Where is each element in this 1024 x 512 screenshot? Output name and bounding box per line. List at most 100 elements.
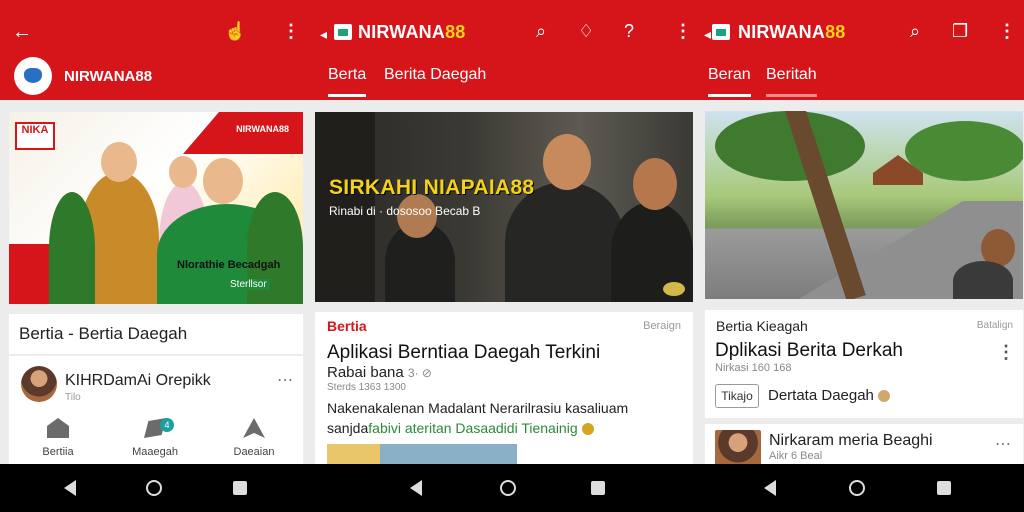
logo [14, 57, 52, 95]
author-name: Nirkaram meria Beaghi [769, 432, 933, 449]
recents-nav-icon[interactable] [937, 481, 951, 495]
figure [953, 261, 1013, 299]
more-icon[interactable]: ⋮ [998, 20, 1016, 42]
article-tag: Beraign [643, 320, 681, 332]
article-meta: Nirkasi 160 168 [715, 362, 792, 374]
article-card[interactable]: Bertia Beraign Aplikasi Berntiaa Daegah … [315, 312, 693, 464]
recents-nav-icon[interactable] [591, 481, 605, 495]
section-label: Dertata Daegah [768, 387, 891, 404]
home-nav-icon[interactable] [500, 480, 516, 496]
brand-title: NIRWANA88 [738, 22, 846, 42]
back-nav-icon[interactable] [764, 480, 776, 496]
back-nav-icon[interactable] [64, 480, 76, 496]
brand-title: NIRWANA88 [64, 68, 153, 85]
app-bar: ← ☝ ⋮ NIRWANA88 [0, 10, 310, 100]
banner-caption: Nlorathie Becadgah [177, 259, 281, 271]
tree [905, 121, 1023, 181]
help-icon[interactable]: ? [624, 22, 634, 40]
coin-icon [878, 390, 891, 403]
avatar[interactable] [21, 366, 57, 402]
hero-banner[interactable]: NIRWANA88 NIKA Nlorathie Becadgah Sterll… [9, 112, 303, 304]
back-nav-icon[interactable] [410, 480, 422, 496]
search-icon[interactable]: ⌕ [910, 22, 920, 40]
app-logo-icon [712, 24, 730, 40]
author-row[interactable]: Nirkaram meria Beaghi Aikr 6 Beal ⋯ [705, 424, 1023, 464]
figure-head [169, 156, 197, 188]
brand-title: NIRWANA88 [358, 22, 466, 42]
back-icon[interactable]: ← [12, 22, 32, 42]
panel-3: ◂ NIRWANA88 ⌕ ❐ ⋮ Beran Beritah Bertia K… [700, 0, 1024, 464]
status-bar [310, 0, 700, 10]
status-bar [700, 0, 1024, 10]
profile-card: KIHRDamAi Orepikk Tilo ⋯ Bertiia 4 Maaeg… [9, 356, 303, 464]
more-options-icon[interactable]: ⋯ [277, 370, 294, 390]
tab-bar: Berta Berita Daegah [310, 62, 700, 100]
section-title-card[interactable]: Bertia - Bertia Daegah [9, 314, 303, 354]
nav-item-maaegah[interactable]: 4 Maaegah [120, 418, 190, 458]
home-nav-icon[interactable] [146, 480, 162, 496]
article-tag: Batalign [976, 320, 1013, 331]
tab-berita-daegah[interactable]: Berita Daegah [384, 66, 486, 94]
figure-head [633, 158, 677, 210]
system-nav-bar [0, 464, 1024, 512]
author-sub: Aikr 6 Beal [769, 450, 823, 462]
hand-icon[interactable]: ☝ [224, 22, 246, 40]
hero-title: SIRKAHI NIAPAIA88 [329, 176, 535, 199]
figure-head [543, 134, 591, 190]
tab-bar: Beran Beritah [700, 62, 1024, 100]
banner-caption-2: Sterllsor [227, 279, 270, 290]
app-logo-icon [334, 24, 352, 40]
thumbnail-strip[interactable] [327, 444, 517, 464]
app-bar: ◂ NIRWANA88 ⌕ ♢ ? ⋮ Berta Berita Daegah [310, 10, 700, 100]
hero-subtitle: Rinabi di · dososoo Becab B [329, 204, 481, 218]
more-options-icon[interactable]: ⋮ [997, 342, 1015, 362]
article-meta-2: Sterds 1363 1300 [327, 382, 406, 393]
hero-image[interactable]: SIRKAHI NIAPAIA88 Rinabi di · dososoo Be… [315, 112, 693, 302]
article-meta: Rabai bana 3· ⊘ [327, 364, 432, 381]
hero-image[interactable] [705, 111, 1023, 299]
tab-beritah[interactable]: Beritah [766, 66, 817, 97]
article-card[interactable]: Bertia Kieagah Batalign Dplikasi Berita … [705, 310, 1023, 418]
recents-nav-icon[interactable] [233, 481, 247, 495]
triangle-icon [243, 418, 265, 438]
author-thumbnail[interactable] [715, 430, 761, 464]
more-options-icon[interactable]: ⋯ [995, 434, 1012, 454]
back-icon[interactable]: ◂ [320, 24, 327, 44]
house-icon [47, 418, 69, 438]
article-body: Nakenakalenan Madalant Nerarilrasiu kasa… [327, 400, 629, 436]
tab-beran[interactable]: Beran [708, 66, 751, 97]
section-title: Bertia - Bertia Daegah [19, 324, 188, 343]
home-nav-icon[interactable] [849, 480, 865, 496]
figure [49, 192, 95, 304]
user-name: KIHRDamAi Orepikk [65, 372, 211, 389]
notification-icon[interactable]: ♢ [578, 22, 594, 40]
banner-brand: NIRWANA88 [236, 124, 289, 134]
search-icon[interactable]: ⌕ [536, 22, 546, 40]
more-icon[interactable]: ⋮ [674, 20, 692, 42]
bottle-icon [663, 282, 685, 296]
tag-chip[interactable]: Tikajo [715, 384, 759, 408]
article-headline: Aplikasi Berntiaa Daegah Terkini [327, 342, 601, 363]
notification-badge: 4 [160, 418, 174, 432]
nav-item-daeaian[interactable]: Daeaian [219, 418, 289, 458]
nav-label: Maaegah [132, 446, 178, 458]
nav-item-bertiia[interactable]: Bertiia [23, 418, 93, 458]
status-bar [0, 0, 310, 10]
user-sub: Tilo [65, 392, 81, 403]
nav-label: Daeaian [233, 446, 275, 458]
figure-head [101, 142, 137, 182]
banner-logo: NIKA [15, 122, 55, 150]
screen: ← ☝ ⋮ NIRWANA88 NIRWANA88 NIKA Nlorathie… [0, 0, 1024, 512]
figure [505, 182, 625, 302]
tab-berta[interactable]: Berta [328, 66, 367, 97]
article-headline: Dplikasi Berita Derkah [715, 340, 903, 361]
copy-icon[interactable]: ❐ [952, 22, 968, 40]
nav-label: Bertiia [42, 446, 74, 458]
more-icon[interactable]: ⋮ [282, 20, 300, 42]
article-category: Bertia [327, 318, 367, 334]
article-category: Bertia Kieagah [716, 318, 808, 334]
coin-icon [581, 423, 594, 436]
app-bar: ◂ NIRWANA88 ⌕ ❐ ⋮ Beran Beritah [700, 10, 1024, 100]
figure-head [203, 158, 243, 204]
back-icon[interactable]: ◂ [704, 24, 711, 44]
